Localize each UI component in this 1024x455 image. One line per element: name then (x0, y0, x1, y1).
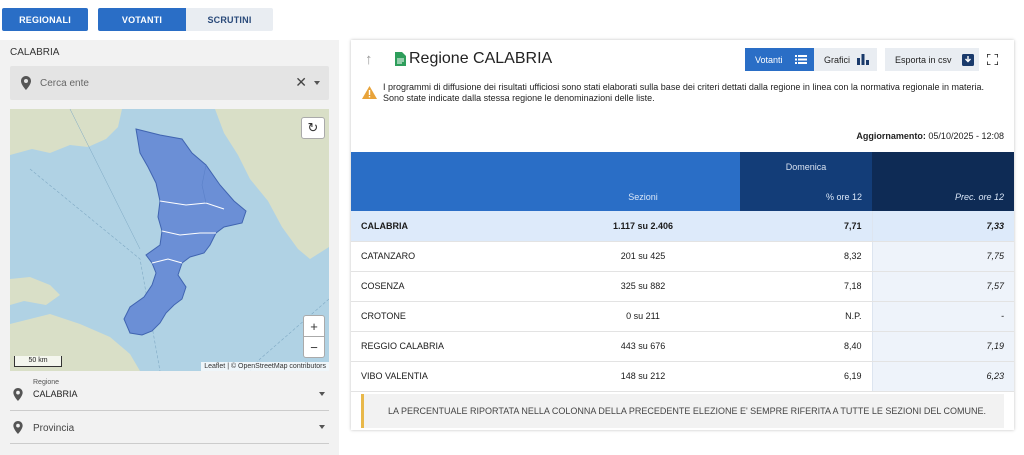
clear-icon[interactable]: ✕ (295, 74, 307, 91)
header-empty (351, 182, 546, 211)
tab-votanti[interactable]: VOTANTI (98, 8, 186, 31)
row-prec: 6,23 (871, 361, 1014, 392)
tab-scrutini[interactable]: SCRUTINI (186, 8, 273, 31)
grafici-button-label: Grafici (824, 54, 851, 65)
row-prec: 7,19 (871, 331, 1014, 362)
location-pin-icon (13, 421, 23, 434)
footnote-text: LA PERCENTUALE RIPORTATA NELLA COLONNA D… (388, 406, 987, 416)
row-name: REGGIO CALABRIA (351, 331, 546, 362)
location-pin-icon (13, 388, 23, 401)
region-select[interactable]: Regione CALABRIA (10, 378, 329, 411)
region-map[interactable]: ↻ + − 50 km Leaflet | © OpenStreetMap co… (10, 109, 329, 371)
header-pct-ore-12: % ore 12 (740, 182, 872, 211)
row-name: COSENZA (351, 271, 546, 302)
header-domenica: Domenica (740, 152, 872, 182)
warning-icon (362, 86, 377, 99)
notice-text: I programmi di diffusione dei risultati … (383, 82, 1003, 104)
reset-view-button[interactable]: ↻ (301, 117, 325, 139)
notice-line: I programmi di diffusione dei risultati … (383, 82, 984, 92)
results-panel: ↑ Regione CALABRIA Votanti Grafici Espor… (351, 40, 1014, 430)
header-empty (351, 152, 546, 182)
export-csv-button[interactable]: Esporta in csv (885, 48, 979, 71)
table-subheader-row: Sezioni % ore 12 Prec. ore 12 (351, 182, 1014, 211)
zoom-out-button[interactable]: − (303, 336, 325, 358)
calabria-region-shape[interactable] (123, 128, 247, 336)
votanti-button-label: Votanti (755, 54, 783, 65)
last-update: Aggiornamento: 05/10/2025 - 12:08 (856, 131, 1004, 141)
row-sezioni: 443 su 676 (546, 331, 740, 362)
header-prec-ore-12: Prec. ore 12 (872, 182, 1014, 211)
row-sezioni: 0 su 211 (546, 301, 740, 332)
table-row[interactable]: COSENZA 325 su 882 7,18 7,57 (351, 271, 1014, 302)
row-prec: - (871, 301, 1014, 332)
update-label: Aggiornamento: (856, 131, 926, 141)
table-row[interactable]: VIBO VALENTIA 148 su 212 6,19 6,23 (351, 361, 1014, 392)
row-pct: 7,18 (740, 271, 872, 302)
chevron-down-icon[interactable] (319, 392, 325, 396)
csv-button-label: Esporta in csv (895, 54, 952, 65)
row-name: CROTONE (351, 301, 546, 332)
region-select-label: Regione (33, 379, 60, 386)
row-prec: 7,33 (871, 211, 1014, 242)
arrow-up-icon[interactable]: ↑ (365, 51, 373, 68)
row-pct: 7,71 (740, 211, 872, 242)
map-canvas (10, 109, 329, 371)
region-select-value: CALABRIA (33, 389, 78, 399)
table-row[interactable]: REGGIO CALABRIA 443 su 676 8,40 7,19 (351, 331, 1014, 362)
search-box[interactable]: Cerca ente ✕ (10, 66, 329, 100)
bar-chart-icon (857, 54, 870, 65)
header-sezioni: Sezioni (546, 182, 740, 211)
grafici-view-button[interactable]: Grafici (814, 48, 877, 71)
province-select-value: Provincia (33, 423, 75, 434)
row-pct: N.P. (740, 301, 872, 332)
table-header-row: Domenica (351, 152, 1014, 182)
tab-regionali[interactable]: REGIONALI (2, 8, 88, 31)
row-sezioni: 325 su 882 (546, 271, 740, 302)
update-value: 05/10/2025 - 12:08 (928, 131, 1004, 141)
votanti-view-button[interactable]: Votanti (745, 48, 814, 71)
row-name: CALABRIA (351, 211, 546, 242)
map-attribution[interactable]: Leaflet | © OpenStreetMap contributors (201, 362, 329, 371)
download-icon (961, 53, 974, 66)
row-pct: 6,19 (740, 361, 872, 392)
left-panel: CALABRIA Cerca ente ✕ ↻ + − 50 km Leafle… (0, 40, 339, 455)
row-pct: 8,32 (740, 241, 872, 272)
fullscreen-icon[interactable] (987, 54, 998, 65)
table-row-total[interactable]: CALABRIA 1.117 su 2.406 7,71 7,33 (351, 211, 1014, 242)
chevron-down-icon[interactable] (319, 425, 325, 429)
row-name: CATANZARO (351, 241, 546, 272)
notice-line: Sono state indicate dalla stessa regione… (383, 93, 655, 103)
location-pin-icon (21, 76, 31, 90)
list-icon (794, 55, 807, 64)
zoom-in-button[interactable]: + (303, 315, 325, 337)
row-prec: 7,75 (871, 241, 1014, 272)
row-sezioni: 201 su 425 (546, 241, 740, 272)
turnout-table: Domenica Sezioni % ore 12 Prec. ore 12 C… (351, 152, 1014, 392)
header-empty (546, 152, 740, 182)
search-input[interactable]: Cerca ente (40, 78, 89, 89)
row-sezioni: 148 su 212 (546, 361, 740, 392)
chevron-down-icon[interactable] (314, 81, 320, 85)
table-row[interactable]: CROTONE 0 su 211 N.P. - (351, 301, 1014, 332)
document-icon (395, 52, 406, 66)
table-row[interactable]: CATANZARO 201 su 425 8,32 7,75 (351, 241, 1014, 272)
row-prec: 7,57 (871, 271, 1014, 302)
row-name: VIBO VALENTIA (351, 361, 546, 392)
region-title: CALABRIA (10, 47, 60, 58)
row-pct: 8,40 (740, 331, 872, 362)
page-title: Regione CALABRIA (409, 50, 553, 67)
province-select[interactable]: Provincia (10, 411, 329, 444)
map-scale: 50 km (14, 356, 62, 367)
footnote: LA PERCENTUALE RIPORTATA NELLA COLONNA D… (361, 394, 1004, 428)
row-sezioni: 1.117 su 2.406 (546, 211, 740, 242)
header-empty (872, 152, 1014, 182)
